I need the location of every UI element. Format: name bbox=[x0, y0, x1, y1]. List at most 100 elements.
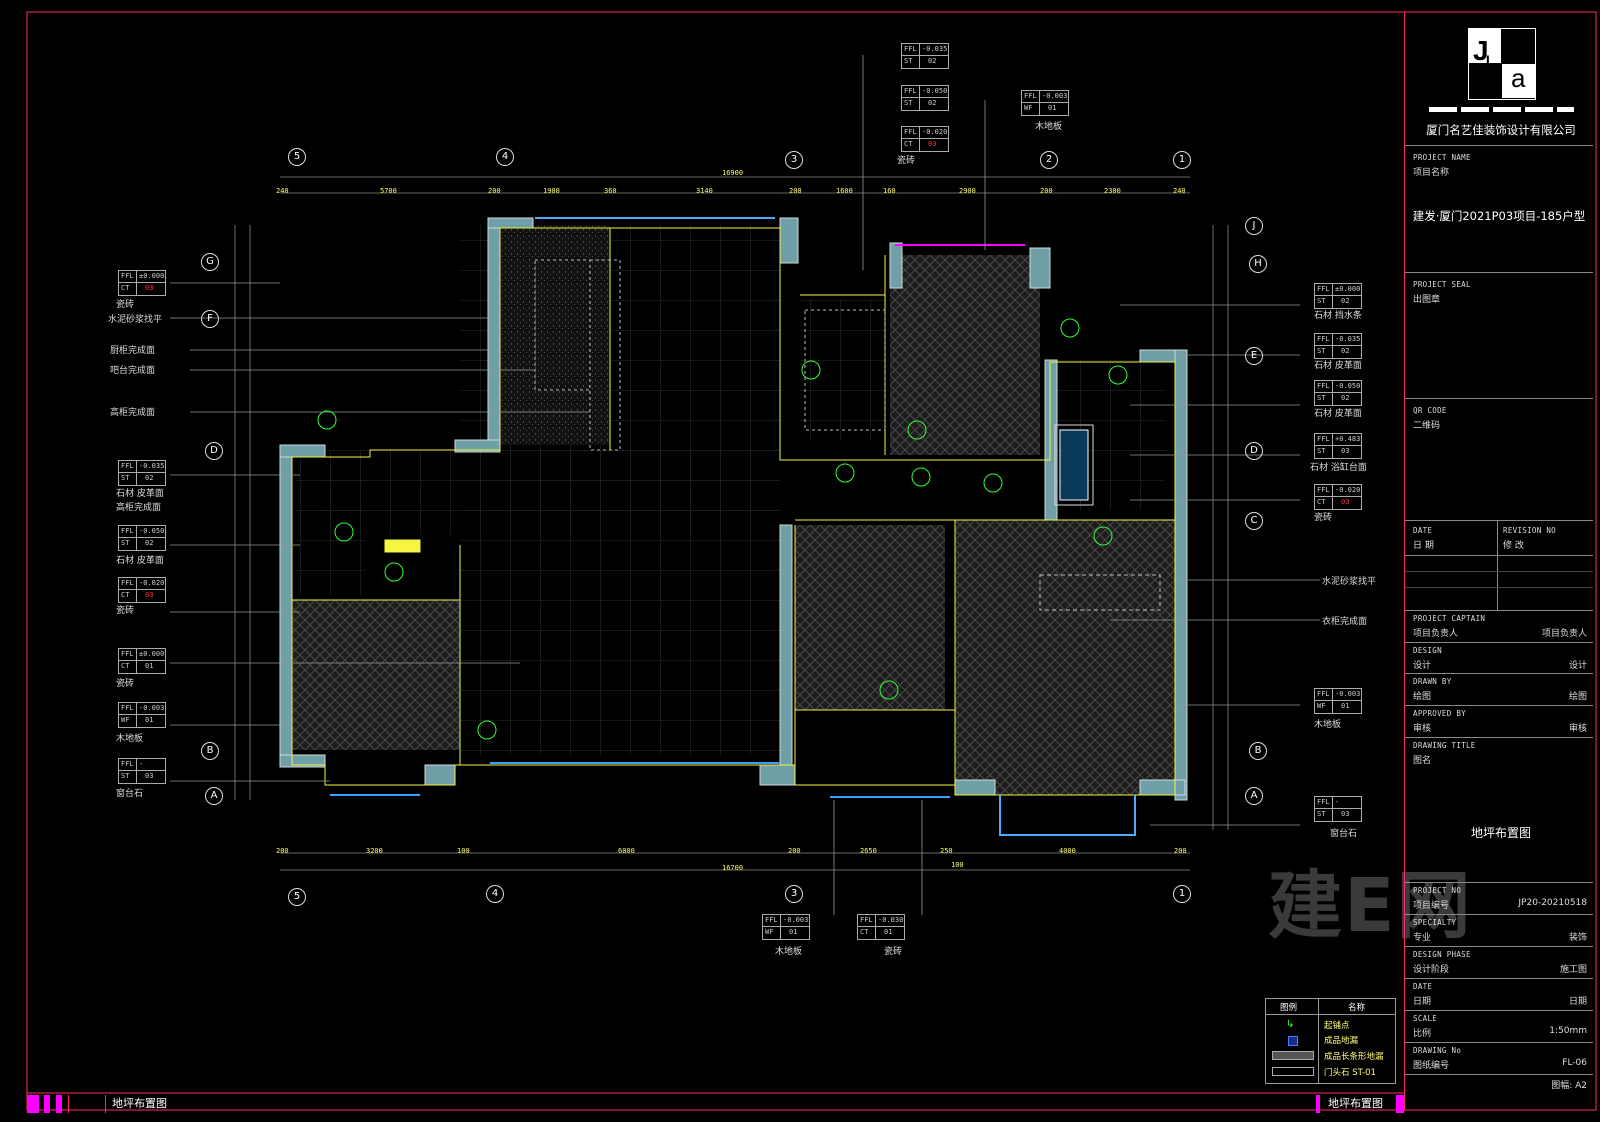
elevation-tag: FFL -0.003 WF 01 bbox=[118, 702, 166, 728]
elevation-tag-text: FFL bbox=[1317, 335, 1330, 343]
dim-bottom-6: 250 bbox=[940, 847, 953, 855]
bath-floor bbox=[800, 300, 885, 440]
bedroom-top-floor bbox=[890, 255, 1040, 455]
dim-top-2: 200 bbox=[488, 187, 501, 195]
elevation-tag-text: +0.483 bbox=[1335, 435, 1361, 443]
axis-left-D: D bbox=[205, 442, 223, 460]
legend-item-3: 门头石 ST-01 bbox=[1324, 1068, 1376, 1078]
elevation-tag-text: ST bbox=[121, 474, 130, 482]
elevation-tag-text: 01 bbox=[1048, 104, 1057, 112]
approved-by-label-cn: 审核 bbox=[1413, 724, 1432, 734]
design-value: 设计 bbox=[1568, 661, 1587, 671]
axis-right-A: A bbox=[1245, 787, 1263, 805]
axis-top-1: 1 bbox=[1173, 151, 1191, 169]
elevation-tag: FFL -0.020 CT 03 bbox=[1314, 484, 1362, 510]
elevation-tag-text: FFL bbox=[904, 87, 917, 95]
dim-bottom-0: 200 bbox=[276, 847, 289, 855]
note-left-5: 石材 皮革面 bbox=[116, 489, 164, 499]
elevation-tag-text: FFL bbox=[121, 704, 134, 712]
elevation-tag-text: ±0.000 bbox=[139, 272, 165, 280]
elevation-tag-text: 03 bbox=[145, 591, 154, 599]
elevation-tag: FFL +0.483 ST 03 bbox=[1314, 433, 1362, 459]
note-right-1: 石材 皮革面 bbox=[1314, 361, 1362, 371]
elevation-tag-text: FFL bbox=[121, 462, 134, 470]
dim-top-6: 200 bbox=[789, 187, 802, 195]
dim-bottom-5: 2650 bbox=[860, 847, 877, 855]
elevation-tag: FFL -0.020 CT 03 bbox=[118, 577, 166, 603]
note-left-1: 水泥砂浆找平 bbox=[108, 315, 163, 325]
revision-label: REVISION NO bbox=[1503, 526, 1556, 535]
drawing-no-label: DRAWING No bbox=[1413, 1046, 1462, 1055]
elevation-tag-text: -0.050 bbox=[1335, 382, 1361, 390]
axis-top-4: 4 bbox=[496, 148, 514, 166]
elevation-tag-text: WF bbox=[1317, 702, 1326, 710]
project-name-label-cn: 项目名称 bbox=[1413, 168, 1450, 178]
dim-top-1: 5700 bbox=[380, 187, 397, 195]
note-right-5: 水泥砂浆找平 bbox=[1322, 577, 1377, 587]
axis-right-C: C bbox=[1245, 512, 1263, 530]
elevation-tag-text: 03 bbox=[145, 772, 154, 780]
elevation-tag-text: FFL bbox=[1317, 798, 1330, 806]
elevation-tag-text: CT bbox=[121, 591, 130, 599]
dim-top-4: 360 bbox=[604, 187, 617, 195]
axis-right-H: H bbox=[1249, 255, 1267, 273]
legend-item-2: 成品长条形地漏 bbox=[1324, 1052, 1384, 1062]
elevation-tag-text: ±0.000 bbox=[139, 650, 165, 658]
axis-top-3: 3 bbox=[785, 151, 803, 169]
elevation-tag: FFL -0.050 ST 02 bbox=[118, 525, 166, 551]
elevation-tag-text: WF bbox=[765, 928, 774, 936]
captain-value: 项目负责人 bbox=[1541, 629, 1587, 639]
elevation-tag-text: WF bbox=[121, 716, 130, 724]
bottom-swatch-1 bbox=[27, 1095, 39, 1113]
elevation-tag-text: 03 bbox=[145, 284, 154, 292]
elevation-tag-text: 01 bbox=[789, 928, 798, 936]
dining-tile bbox=[320, 450, 780, 535]
elevation-tag-text: 02 bbox=[928, 57, 937, 65]
master-bedroom-floor bbox=[955, 520, 1180, 795]
axis-bottom-1: 1 bbox=[1173, 885, 1191, 903]
elevation-tag: FFL -0.003 WF 01 bbox=[762, 914, 810, 940]
project-seal-label: PROJECT SEAL bbox=[1413, 280, 1471, 289]
note-left-11: 窗台石 bbox=[116, 789, 144, 799]
note-bottom-0: 木地板 bbox=[775, 947, 803, 957]
floor-drain-icon bbox=[1288, 1036, 1298, 1046]
captain-label-cn: 项目负责人 bbox=[1413, 629, 1459, 639]
elevation-tag-text: -0.003 bbox=[783, 916, 809, 924]
axis-left-A: A bbox=[205, 787, 223, 805]
dim-top-12: 240 bbox=[1173, 187, 1186, 195]
specialty-value: 装饰 bbox=[1568, 933, 1587, 943]
elevation-tag-text: CT bbox=[121, 662, 130, 670]
design-phase-value: 施工图 bbox=[1559, 965, 1587, 975]
elevation-tag-text: - bbox=[1335, 798, 1340, 806]
elevation-tag-text: FFL bbox=[904, 45, 917, 53]
elevation-tag-text: ST bbox=[1317, 447, 1326, 455]
note-left-8: 瓷砖 bbox=[116, 606, 135, 616]
bedroom-mid-floor bbox=[795, 525, 945, 710]
elevation-tag-text: ±0.000 bbox=[1335, 285, 1361, 293]
dim-bottom-7: 4000 bbox=[1059, 847, 1076, 855]
elevation-tag-text: 02 bbox=[1341, 347, 1350, 355]
linear-drain-icon bbox=[1272, 1051, 1314, 1060]
captain-label: PROJECT CAPTAIN bbox=[1413, 614, 1486, 623]
design-phase-label: DESIGN PHASE bbox=[1413, 950, 1471, 959]
dim-top-3: 1900 bbox=[543, 187, 560, 195]
bottom-swatch-3 bbox=[56, 1095, 62, 1113]
elevation-tag-text: FFL bbox=[121, 527, 134, 535]
elevation-tag-text: FFL bbox=[1317, 285, 1330, 293]
bottom-left-title: 地坪布置图 bbox=[112, 1097, 167, 1110]
elevation-tag-text: CT bbox=[860, 928, 869, 936]
elevation-tag: FFL ±0.000 CT 01 bbox=[118, 648, 166, 674]
bottom-swatch-right bbox=[1316, 1095, 1320, 1113]
dim-top-8: 160 bbox=[883, 187, 896, 195]
elevation-tag-text: FFL bbox=[1024, 92, 1037, 100]
elevation-tag-text: CT bbox=[904, 140, 913, 148]
elevation-tag-text: FFL bbox=[860, 916, 873, 924]
elevation-tag-text: FFL bbox=[765, 916, 778, 924]
approved-by-label: APPROVED BY bbox=[1413, 709, 1466, 718]
project-name-value: 建发·厦门2021P03项目-185户型 bbox=[1412, 209, 1586, 223]
dim-bottom-2: 100 bbox=[457, 847, 470, 855]
project-no-label-cn: 项目编号 bbox=[1413, 901, 1450, 911]
axis-left-B: B bbox=[201, 742, 219, 760]
elevation-tag-text: CT bbox=[121, 284, 130, 292]
dim-bottom-3: 6000 bbox=[618, 847, 635, 855]
